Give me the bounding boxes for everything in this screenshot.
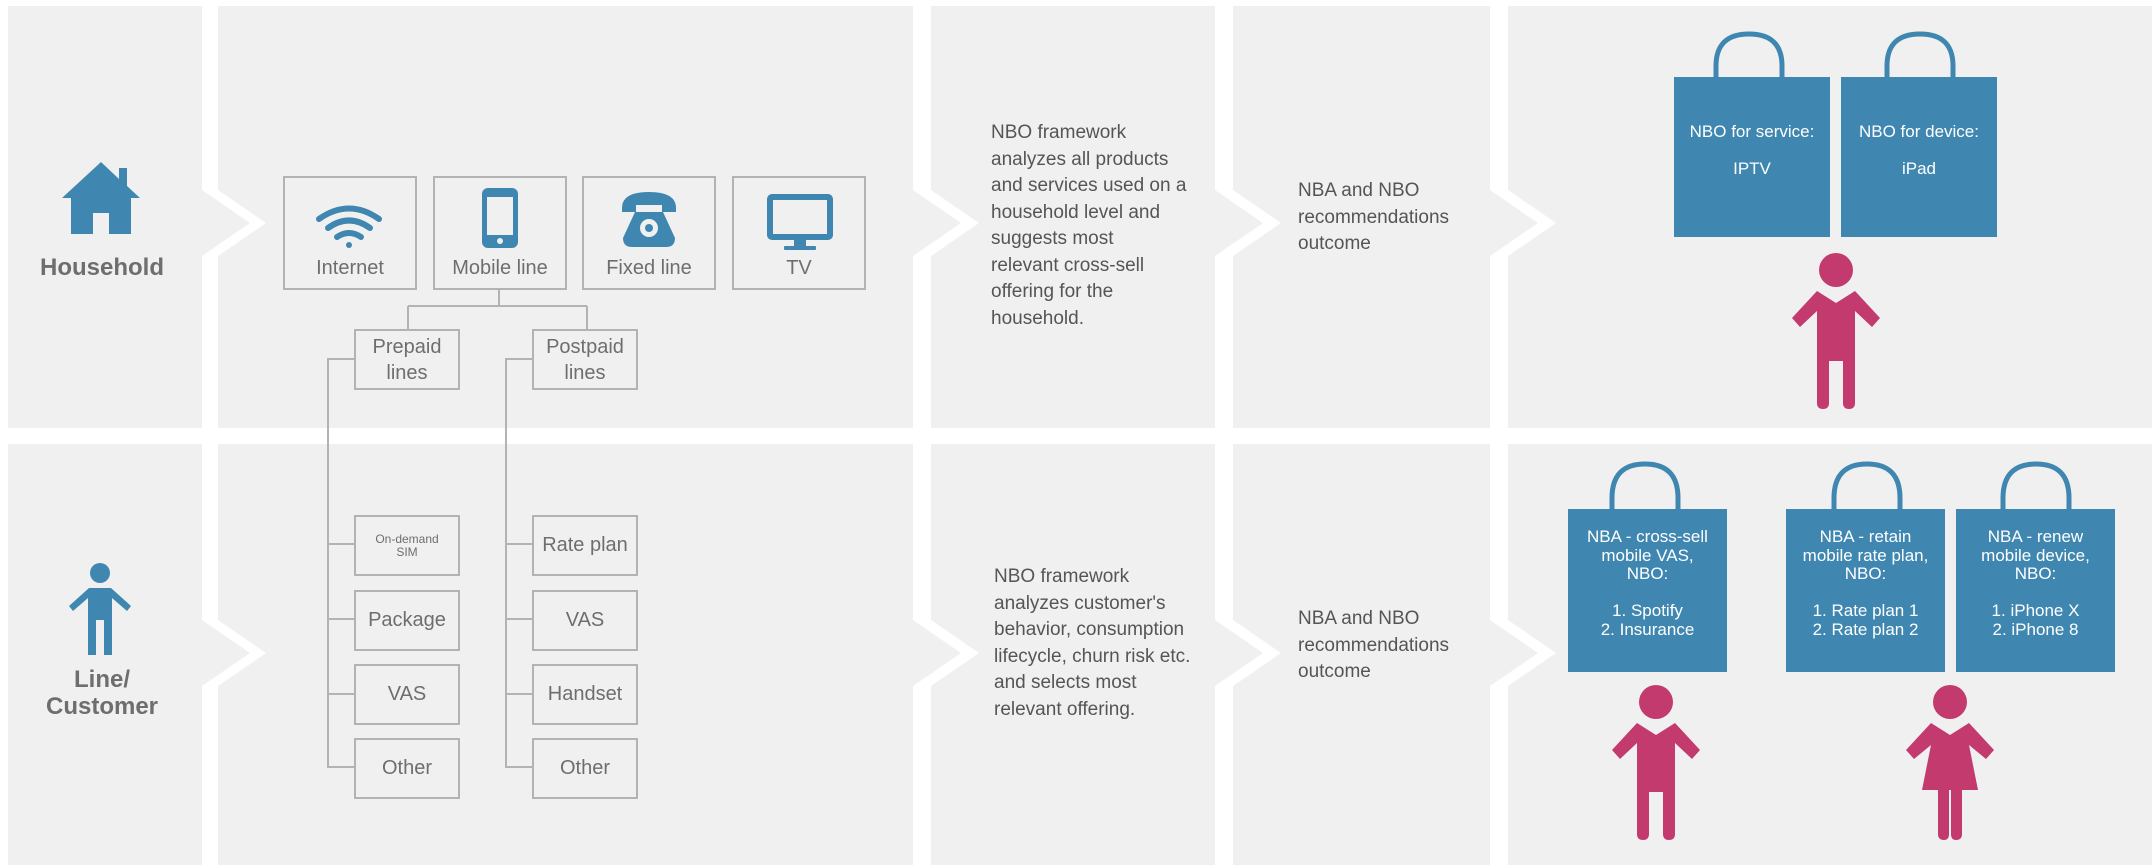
household-outcome-text: NBA and NBO recommendations outcome bbox=[1298, 180, 1450, 254]
prepaid-item-label: On-demand SIM bbox=[375, 531, 439, 559]
offer-text-vas: NBA - cross-sell mobile VAS, NBO: 1. Spo… bbox=[1587, 527, 1708, 639]
service-box-mobile-line: Mobile line bbox=[433, 176, 567, 290]
service-label-tv: TV bbox=[786, 257, 812, 279]
offer-text-rate-plan: NBA - retain mobile rate plan, NBO: 1. R… bbox=[1802, 527, 1929, 639]
postpaid-item-vas: VAS bbox=[532, 590, 638, 651]
prepaid-item-other: Other bbox=[354, 738, 460, 799]
customer-outcome-text: NBA and NBO recommendations outcome bbox=[1298, 608, 1450, 682]
prepaid-lines-label: Prepaid lines bbox=[372, 335, 442, 384]
service-box-fixed-line: Fixed line bbox=[582, 176, 716, 290]
household-row-label: Household bbox=[40, 254, 164, 281]
nbo-framework-diagram: Household Line/ Customer Internet Mobile… bbox=[0, 0, 2152, 865]
customer-row-label: Line/ Customer bbox=[45, 666, 159, 720]
service-label-fixed-line: Fixed line bbox=[606, 257, 692, 279]
offer-text-device: NBO for device: iPad bbox=[1859, 122, 1979, 178]
postpaid-item-other: Other bbox=[532, 738, 638, 799]
prepaid-item-label: VAS bbox=[387, 683, 427, 705]
offer-text-device-renew: NBA - renew mobile device, NBO: 1. iPhon… bbox=[1981, 527, 2090, 639]
customer-products-panel bbox=[218, 444, 961, 865]
service-box-internet: Internet bbox=[283, 176, 417, 290]
prepaid-lines-box: Prepaid lines bbox=[354, 329, 460, 390]
offer-text-service: NBO for service: IPTV bbox=[1689, 122, 1815, 178]
prepaid-item-on-demand-sim: On-demand SIM bbox=[354, 515, 460, 576]
postpaid-item-label: Rate plan bbox=[542, 534, 628, 556]
postpaid-item-label: VAS bbox=[565, 609, 605, 631]
prepaid-item-package: Package bbox=[354, 590, 460, 651]
service-label-mobile-line: Mobile line bbox=[452, 257, 548, 279]
service-label-internet: Internet bbox=[316, 257, 384, 279]
prepaid-item-label: Package bbox=[368, 609, 446, 631]
household-analysis-description: NBO framework analyzes all products and … bbox=[991, 122, 1187, 329]
postpaid-item-handset: Handset bbox=[532, 664, 638, 725]
service-box-tv: TV bbox=[732, 176, 866, 290]
postpaid-lines-label: Postpaid lines bbox=[546, 335, 624, 384]
prepaid-item-label: Other bbox=[381, 757, 433, 779]
postpaid-item-label: Handset bbox=[547, 683, 623, 705]
prepaid-item-vas: VAS bbox=[354, 664, 460, 725]
postpaid-item-rate-plan: Rate plan bbox=[532, 515, 638, 576]
customer-analysis-description: NBO framework analyzes customer's behavi… bbox=[994, 566, 1191, 720]
postpaid-item-label: Other bbox=[559, 757, 611, 779]
customer-label-panel bbox=[8, 444, 250, 865]
postpaid-lines-box: Postpaid lines bbox=[532, 329, 638, 390]
